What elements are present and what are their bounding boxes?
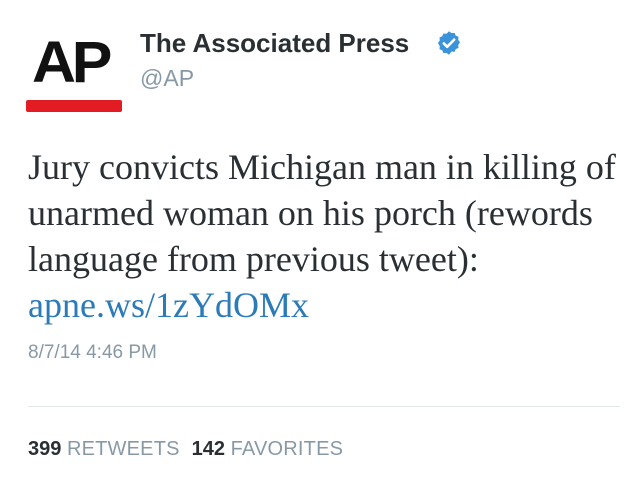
verified-badge-icon [437, 31, 461, 55]
favorites-label: FAVORITES [230, 438, 344, 460]
favorites-stat[interactable]: 142 FAVORITES [192, 438, 344, 460]
tweet-text: Jury convicts Michigan man in killing of… [28, 147, 616, 279]
tweet-stats: 399 RETWEETS 142 FAVORITES [28, 437, 343, 461]
ap-logo-text: AP [32, 30, 112, 95]
user-handle[interactable]: @AP [140, 64, 194, 92]
tweet-link[interactable]: apne.ws/1zYdOMx [28, 285, 309, 325]
tweet-timestamp[interactable]: 8/7/14 4:46 PM [28, 341, 157, 365]
retweets-label: RETWEETS [66, 438, 180, 460]
divider [28, 406, 620, 407]
favorites-count: 142 [191, 438, 226, 460]
display-name[interactable]: The Associated Press [140, 28, 409, 58]
ap-logo-red-bar [26, 100, 122, 112]
tweet-card: AP The Associated Press @AP Jury convict… [0, 0, 640, 492]
retweets-stat[interactable]: 399 RETWEETS [28, 438, 180, 460]
avatar[interactable]: AP [26, 28, 122, 118]
tweet-body: Jury convicts Michigan man in killing of… [28, 144, 618, 328]
retweets-count: 399 [28, 438, 62, 460]
